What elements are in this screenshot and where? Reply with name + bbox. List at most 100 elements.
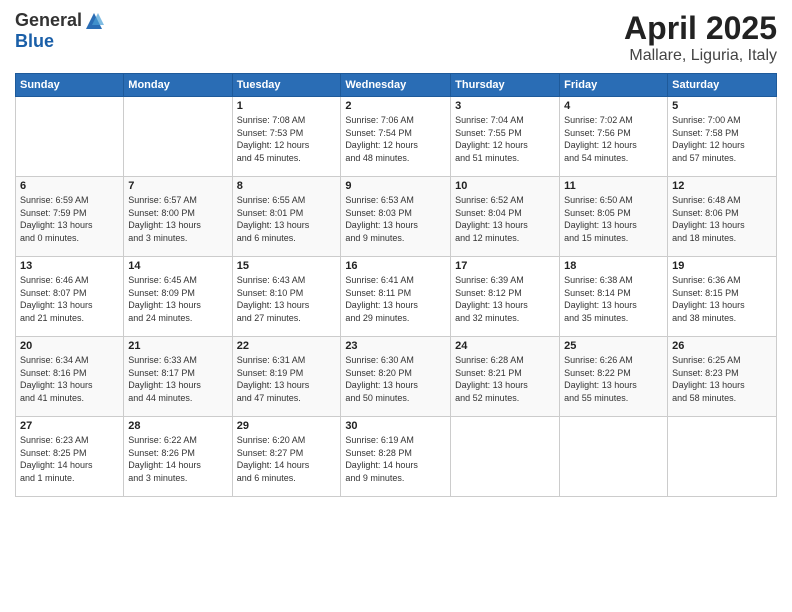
day-info: Sunrise: 6:30 AM Sunset: 8:20 PM Dayligh… — [345, 354, 446, 404]
day-info: Sunrise: 6:55 AM Sunset: 8:01 PM Dayligh… — [237, 194, 337, 244]
calendar-cell: 1 Sunrise: 7:08 AM Sunset: 7:53 PM Daylig… — [232, 97, 341, 177]
day-number: 25 — [564, 340, 663, 352]
day-info: Sunrise: 6:48 AM Sunset: 8:06 PM Dayligh… — [672, 194, 772, 244]
day-info: Sunrise: 6:41 AM Sunset: 8:11 PM Dayligh… — [345, 274, 446, 324]
day-info: Sunrise: 6:38 AM Sunset: 8:14 PM Dayligh… — [564, 274, 663, 324]
day-info: Sunrise: 6:45 AM Sunset: 8:09 PM Dayligh… — [128, 274, 227, 324]
day-info: Sunrise: 6:46 AM Sunset: 8:07 PM Dayligh… — [20, 274, 119, 324]
calendar-cell: 20 Sunrise: 6:34 AM Sunset: 8:16 PM Dayli… — [16, 337, 124, 417]
day-info: Sunrise: 6:52 AM Sunset: 8:04 PM Dayligh… — [455, 194, 555, 244]
day-info: Sunrise: 6:22 AM Sunset: 8:26 PM Dayligh… — [128, 434, 227, 484]
day-number: 14 — [128, 260, 227, 272]
header: General Blue April 2025 Mallare, Liguria… — [15, 10, 777, 65]
calendar-cell: 14 Sunrise: 6:45 AM Sunset: 8:09 PM Dayli… — [124, 257, 232, 337]
day-info: Sunrise: 6:23 AM Sunset: 8:25 PM Dayligh… — [20, 434, 119, 484]
calendar-cell: 17Sunrise: 6:39 AM Sunset: 8:12 PM Dayli… — [451, 257, 560, 337]
logo: General Blue — [15, 10, 104, 52]
day-number: 6 — [20, 180, 119, 192]
day-number: 13 — [20, 260, 119, 272]
calendar-cell: 29 Sunrise: 6:20 AM Sunset: 8:27 PM Dayli… — [232, 417, 341, 497]
calendar-cell: 21Sunrise: 6:33 AM Sunset: 8:17 PM Dayli… — [124, 337, 232, 417]
calendar-cell: 9Sunrise: 6:53 AM Sunset: 8:03 PM Daylig… — [341, 177, 451, 257]
day-number: 2 — [345, 100, 446, 112]
calendar-cell — [560, 417, 668, 497]
day-number: 17 — [455, 260, 555, 272]
page: General Blue April 2025 Mallare, Liguria… — [0, 0, 792, 612]
calendar-cell — [16, 97, 124, 177]
calendar-cell: 10Sunrise: 6:52 AM Sunset: 8:04 PM Dayli… — [451, 177, 560, 257]
logo-blue-text: Blue — [15, 31, 54, 52]
calendar-cell: 11 Sunrise: 6:50 AM Sunset: 8:05 PM Dayli… — [560, 177, 668, 257]
calendar-cell: 26 Sunrise: 6:25 AM Sunset: 8:23 PM Dayli… — [668, 337, 777, 417]
day-number: 9 — [345, 180, 446, 192]
day-number: 5 — [672, 100, 772, 112]
calendar-header-row: SundayMondayTuesdayWednesdayThursdayFrid… — [16, 74, 777, 97]
day-number: 7 — [128, 180, 227, 192]
calendar-cell: 3 Sunrise: 7:04 AM Sunset: 7:55 PM Daylig… — [451, 97, 560, 177]
calendar-day-header: Thursday — [451, 74, 560, 97]
calendar-cell — [451, 417, 560, 497]
day-info: Sunrise: 7:06 AM Sunset: 7:54 PM Dayligh… — [345, 114, 446, 164]
calendar-cell: 12 Sunrise: 6:48 AM Sunset: 8:06 PM Dayli… — [668, 177, 777, 257]
day-number: 24 — [455, 340, 555, 352]
calendar-day-header: Monday — [124, 74, 232, 97]
day-number: 22 — [237, 340, 337, 352]
day-number: 20 — [20, 340, 119, 352]
calendar-week-row: 13 Sunrise: 6:46 AM Sunset: 8:07 PM Dayli… — [16, 257, 777, 337]
day-info: Sunrise: 6:19 AM Sunset: 8:28 PM Dayligh… — [345, 434, 446, 484]
calendar-cell: 13 Sunrise: 6:46 AM Sunset: 8:07 PM Dayli… — [16, 257, 124, 337]
day-number: 18 — [564, 260, 663, 272]
day-number: 26 — [672, 340, 772, 352]
calendar-cell — [668, 417, 777, 497]
calendar-cell: 25 Sunrise: 6:26 AM Sunset: 8:22 PM Dayli… — [560, 337, 668, 417]
calendar-cell: 19 Sunrise: 6:36 AM Sunset: 8:15 PM Dayli… — [668, 257, 777, 337]
day-info: Sunrise: 6:34 AM Sunset: 8:16 PM Dayligh… — [20, 354, 119, 404]
calendar-cell: 6Sunrise: 6:59 AM Sunset: 7:59 PM Daylig… — [16, 177, 124, 257]
calendar-cell — [124, 97, 232, 177]
calendar-cell: 18 Sunrise: 6:38 AM Sunset: 8:14 PM Dayli… — [560, 257, 668, 337]
calendar-cell: 5Sunrise: 7:00 AM Sunset: 7:58 PM Daylig… — [668, 97, 777, 177]
calendar-cell: 24 Sunrise: 6:28 AM Sunset: 8:21 PM Dayli… — [451, 337, 560, 417]
calendar-cell: 23 Sunrise: 6:30 AM Sunset: 8:20 PM Dayli… — [341, 337, 451, 417]
calendar-cell: 27 Sunrise: 6:23 AM Sunset: 8:25 PM Dayli… — [16, 417, 124, 497]
calendar-day-header: Friday — [560, 74, 668, 97]
day-number: 27 — [20, 420, 119, 432]
day-number: 8 — [237, 180, 337, 192]
day-info: Sunrise: 6:31 AM Sunset: 8:19 PM Dayligh… — [237, 354, 337, 404]
calendar-cell: 2 Sunrise: 7:06 AM Sunset: 7:54 PM Daylig… — [341, 97, 451, 177]
day-info: Sunrise: 6:20 AM Sunset: 8:27 PM Dayligh… — [237, 434, 337, 484]
day-info: Sunrise: 7:08 AM Sunset: 7:53 PM Dayligh… — [237, 114, 337, 164]
day-info: Sunrise: 6:36 AM Sunset: 8:15 PM Dayligh… — [672, 274, 772, 324]
calendar-day-header: Wednesday — [341, 74, 451, 97]
calendar: SundayMondayTuesdayWednesdayThursdayFrid… — [15, 73, 777, 497]
calendar-day-header: Saturday — [668, 74, 777, 97]
day-info: Sunrise: 6:26 AM Sunset: 8:22 PM Dayligh… — [564, 354, 663, 404]
day-number: 12 — [672, 180, 772, 192]
day-number: 1 — [237, 100, 337, 112]
calendar-cell: 30 Sunrise: 6:19 AM Sunset: 8:28 PM Dayli… — [341, 417, 451, 497]
day-info: Sunrise: 6:28 AM Sunset: 8:21 PM Dayligh… — [455, 354, 555, 404]
location: Mallare, Liguria, Italy — [624, 47, 777, 65]
day-number: 23 — [345, 340, 446, 352]
month-title: April 2025 — [624, 10, 777, 47]
day-info: Sunrise: 6:50 AM Sunset: 8:05 PM Dayligh… — [564, 194, 663, 244]
day-number: 19 — [672, 260, 772, 272]
day-info: Sunrise: 6:33 AM Sunset: 8:17 PM Dayligh… — [128, 354, 227, 404]
calendar-cell: 28 Sunrise: 6:22 AM Sunset: 8:26 PM Dayli… — [124, 417, 232, 497]
day-number: 30 — [345, 420, 446, 432]
day-number: 29 — [237, 420, 337, 432]
day-info: Sunrise: 7:04 AM Sunset: 7:55 PM Dayligh… — [455, 114, 555, 164]
title-section: April 2025 Mallare, Liguria, Italy — [624, 10, 777, 65]
day-info: Sunrise: 6:43 AM Sunset: 8:10 PM Dayligh… — [237, 274, 337, 324]
calendar-day-header: Tuesday — [232, 74, 341, 97]
day-number: 16 — [345, 260, 446, 272]
day-info: Sunrise: 6:25 AM Sunset: 8:23 PM Dayligh… — [672, 354, 772, 404]
day-number: 11 — [564, 180, 663, 192]
logo-icon — [84, 11, 104, 31]
calendar-week-row: 1 Sunrise: 7:08 AM Sunset: 7:53 PM Daylig… — [16, 97, 777, 177]
day-info: Sunrise: 7:02 AM Sunset: 7:56 PM Dayligh… — [564, 114, 663, 164]
calendar-cell: 8 Sunrise: 6:55 AM Sunset: 8:01 PM Daylig… — [232, 177, 341, 257]
day-number: 3 — [455, 100, 555, 112]
day-number: 28 — [128, 420, 227, 432]
calendar-cell: 22 Sunrise: 6:31 AM Sunset: 8:19 PM Dayli… — [232, 337, 341, 417]
